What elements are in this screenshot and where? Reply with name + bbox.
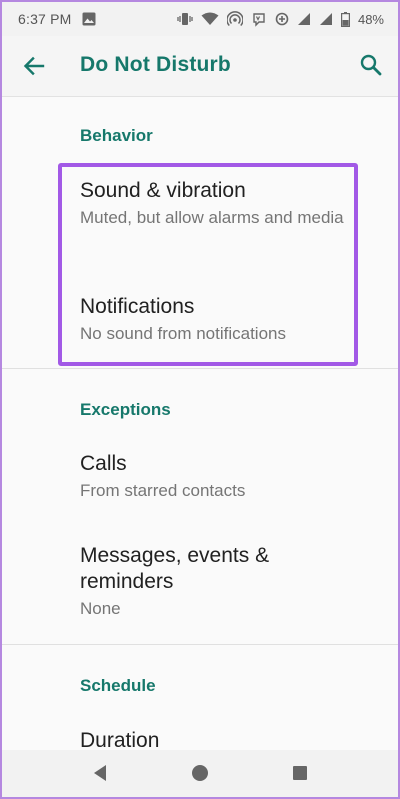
signal-icon bbox=[319, 12, 333, 26]
pref-title: Sound & vibration bbox=[80, 179, 246, 202]
pref-calls[interactable]: Calls From starred contacts bbox=[80, 451, 370, 502]
wifi-icon bbox=[201, 12, 219, 26]
vibrate-icon bbox=[177, 12, 193, 26]
back-triangle-icon bbox=[90, 765, 112, 788]
data-saver-icon bbox=[275, 12, 289, 26]
battery-icon bbox=[340, 11, 350, 27]
search-icon bbox=[358, 54, 384, 82]
navigation-bar bbox=[2, 750, 398, 797]
section-divider bbox=[2, 368, 398, 369]
section-header-behavior: Behavior bbox=[80, 126, 153, 145]
image-icon bbox=[82, 12, 96, 29]
pref-messages-events-reminders[interactable]: Messages, events & reminders None bbox=[80, 543, 370, 620]
app-bar: Do Not Disturb bbox=[2, 36, 398, 97]
signal-icon bbox=[297, 12, 311, 26]
pref-summary: Muted, but allow alarms and media bbox=[80, 208, 344, 227]
screen: 6:37 PM 48% Do Not Disturb Behavior Soun… bbox=[2, 2, 398, 797]
hotspot-icon bbox=[226, 11, 243, 27]
pref-notifications[interactable]: Notifications No sound from notification… bbox=[80, 294, 370, 345]
section-header-schedule: Schedule bbox=[80, 676, 156, 695]
section-header-exceptions: Exceptions bbox=[80, 400, 171, 419]
section-divider bbox=[2, 644, 398, 645]
arrow-left-icon bbox=[20, 56, 48, 84]
home-circle-icon bbox=[189, 765, 211, 788]
pref-summary: From starred contacts bbox=[80, 481, 246, 500]
pref-summary: None bbox=[80, 599, 121, 618]
nav-recents-button[interactable] bbox=[289, 762, 311, 784]
pref-title: Notifications bbox=[80, 295, 195, 318]
nav-home-button[interactable] bbox=[189, 762, 211, 784]
recents-square-icon bbox=[289, 766, 311, 788]
status-icons: 48% bbox=[177, 11, 384, 27]
volte-icon bbox=[251, 11, 267, 27]
status-time: 6:37 PM bbox=[18, 11, 72, 27]
nav-back-button[interactable] bbox=[90, 762, 112, 784]
back-button[interactable] bbox=[20, 52, 48, 80]
pref-title: Calls bbox=[80, 452, 127, 475]
status-bar: 6:37 PM 48% bbox=[2, 2, 398, 36]
pref-sound-vibration[interactable]: Sound & vibration Muted, but allow alarm… bbox=[80, 178, 370, 229]
battery-percentage: 48% bbox=[357, 11, 384, 27]
page-title: Do Not Disturb bbox=[80, 53, 231, 76]
pref-summary: No sound from notifications bbox=[80, 324, 286, 343]
pref-title: Messages, events & reminders bbox=[80, 544, 270, 593]
search-button[interactable] bbox=[358, 52, 384, 78]
